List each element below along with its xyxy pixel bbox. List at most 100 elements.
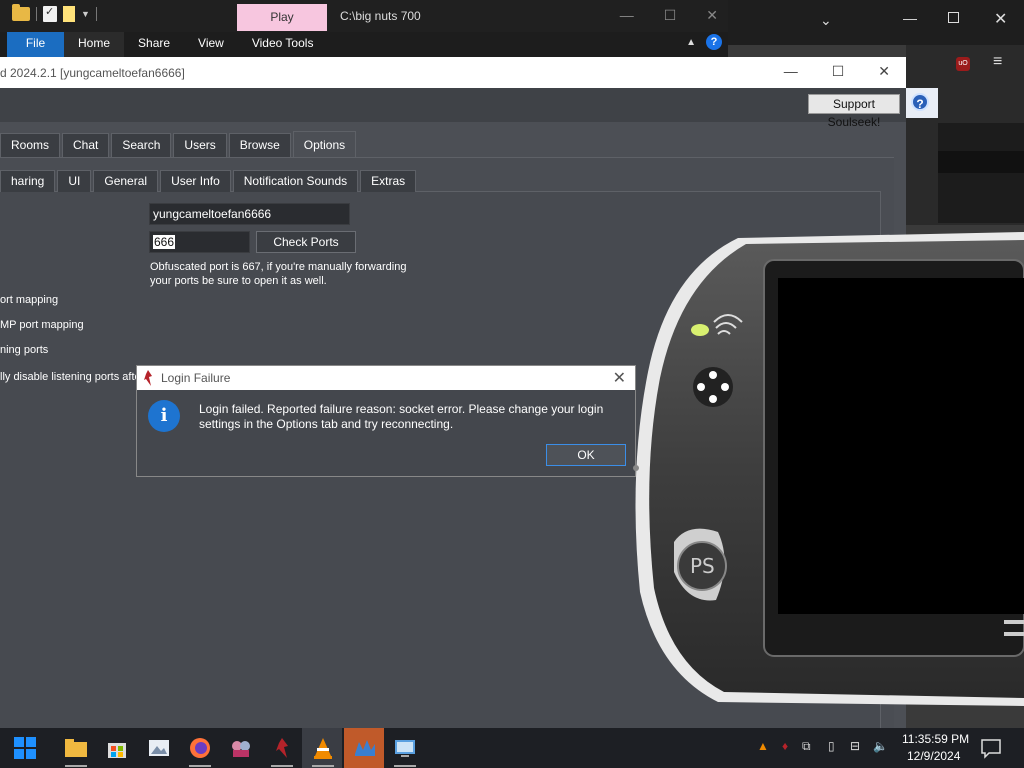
running-indicator <box>189 765 211 767</box>
properties-icon[interactable] <box>43 5 57 22</box>
disable-listening-ports-label[interactable]: lly disable listening ports afte <box>0 371 141 383</box>
quick-access-toolbar: ▼ <box>12 4 97 22</box>
obfuscated-port-note: Obfuscated port is 667, if you're manual… <box>150 261 407 287</box>
window-controls: — ☐ ✕ <box>784 63 890 80</box>
soulseek-tray-icon[interactable]: ♦ <box>782 739 788 753</box>
check-ports-button[interactable]: Check Ports <box>256 231 356 253</box>
tab-share[interactable]: Share <box>124 32 184 57</box>
close-button[interactable]: ✕ <box>994 9 1007 29</box>
main-tabs: Rooms Chat Search Users Browse Options <box>0 131 358 157</box>
tab-view[interactable]: View <box>184 32 238 57</box>
show-hidden-icons-icon[interactable]: ⧉ <box>802 739 811 754</box>
tab-notification-sounds[interactable]: Notification Sounds <box>232 170 359 192</box>
new-folder-icon[interactable] <box>63 6 75 22</box>
close-button[interactable]: ✕ <box>706 7 718 24</box>
options-subtabs: haring UI General User Info Notification… <box>0 170 418 192</box>
vlc-icon[interactable] <box>311 736 335 760</box>
upnp-port-mapping-label[interactable]: ort mapping <box>0 294 58 306</box>
nat-pmp-port-mapping-label[interactable]: MP port mapping <box>0 319 84 331</box>
tab-home[interactable]: Home <box>64 32 125 57</box>
firefox-icon[interactable] <box>188 736 212 760</box>
clock-time[interactable]: 11:35:59 PM <box>902 732 969 746</box>
usb-eject-icon[interactable]: ▯ <box>828 739 835 753</box>
chevron-down-icon[interactable]: ▼ <box>81 9 90 19</box>
network-icon[interactable]: ⊟ <box>850 739 860 753</box>
port-value: 666 <box>153 235 176 249</box>
soulseek-icon[interactable] <box>270 736 294 760</box>
minimize-button[interactable]: — <box>620 7 634 24</box>
window-controls: — ☐ ✕ <box>620 7 718 24</box>
tab-sharing[interactable]: haring <box>0 170 56 192</box>
close-button[interactable]: ✕ <box>878 63 890 80</box>
support-soulseek-button[interactable]: Support Soulseek! <box>808 94 900 129</box>
login-failure-dialog: Login Failure ✕ i Login failed. Reported… <box>136 365 636 477</box>
running-indicator <box>394 765 416 767</box>
tab-chat[interactable]: Chat <box>62 133 110 157</box>
tab-ui[interactable]: UI <box>57 170 92 192</box>
window-title: C:\big nuts 700 <box>340 9 421 23</box>
port-field[interactable]: 666 <box>149 231 250 253</box>
app-icon[interactable] <box>229 736 253 760</box>
tab-browse[interactable]: Browse <box>228 133 291 157</box>
running-indicator <box>65 765 87 767</box>
soulseek-bird-icon <box>144 370 152 386</box>
tab-general[interactable]: General <box>93 170 159 192</box>
windows-start-icon[interactable] <box>13 736 37 760</box>
play-contextual-tab[interactable]: Play <box>237 4 327 31</box>
minimize-button[interactable]: — <box>784 63 798 80</box>
close-icon[interactable]: ✕ <box>613 368 626 388</box>
tab-options[interactable]: Options <box>292 131 357 157</box>
file-explorer-icon[interactable] <box>64 736 88 760</box>
maximize-button[interactable]: ☐ <box>664 7 677 24</box>
toolbar-divider <box>95 7 97 21</box>
remote-desktop-icon[interactable] <box>393 736 417 760</box>
collapse-ribbon-icon[interactable]: ▲ <box>686 37 696 48</box>
app-icon[interactable] <box>353 736 377 760</box>
clock-date[interactable]: 12/9/2024 <box>907 749 960 763</box>
ribbon-controls: ▲ ? <box>686 34 722 50</box>
info-icon: i <box>148 400 180 432</box>
microsoft-store-icon[interactable] <box>105 736 129 760</box>
explorer-window: ▼ Play C:\big nuts 700 — ☐ ✕ File Home S… <box>0 0 728 57</box>
help-icon[interactable]: ? <box>911 93 929 111</box>
maximize-button[interactable] <box>948 12 959 23</box>
running-indicator <box>312 765 334 767</box>
vlc-tray-icon[interactable]: ▲ <box>757 739 769 753</box>
tab-search[interactable]: Search <box>111 133 172 157</box>
ribbon-tabs: File Home Share View Video Tools <box>0 32 728 57</box>
running-indicator <box>271 765 293 767</box>
maximize-button[interactable]: ☐ <box>832 63 845 80</box>
browser-window-edge: uO ≡ <box>906 45 1024 225</box>
window-title: d 2024.2.1 [yungcameltoefan6666] <box>0 66 185 80</box>
help-icon[interactable]: ? <box>706 34 722 50</box>
menu-icon[interactable]: ≡ <box>993 53 1002 71</box>
folder-icon[interactable] <box>12 4 30 21</box>
tab-extras[interactable]: Extras <box>360 170 417 192</box>
svg-text:PS: PS <box>690 554 715 578</box>
dialog-message: Login failed. Reported failure reason: s… <box>199 402 604 431</box>
minimize-button[interactable]: — <box>903 10 917 26</box>
soulseek-titlebar: d 2024.2.1 [yungcameltoefan6666] — ☐ ✕ <box>0 57 906 88</box>
psp-go-device-image: PS <box>633 232 1024 706</box>
dialog-titlebar: Login Failure ✕ <box>137 366 635 390</box>
toolbar-divider <box>36 7 37 21</box>
ublock-icon[interactable]: uO <box>956 57 970 71</box>
taskbar: ▲ ♦ ⧉ ▯ ⊟ 🔈 11:35:59 PM 12/9/2024 <box>0 728 1024 768</box>
tab-video-tools[interactable]: Video Tools <box>238 32 328 57</box>
username-field[interactable]: yungcameltoefan6666 <box>149 203 350 225</box>
toolbar <box>0 88 906 122</box>
ok-button[interactable]: OK <box>546 444 626 466</box>
browser-titlebar: ⌄ — ✕ <box>728 0 1024 45</box>
photos-app-icon[interactable] <box>147 736 171 760</box>
tab-users[interactable]: Users <box>173 133 227 157</box>
background-window <box>938 123 1024 223</box>
explorer-titlebar: ▼ Play C:\big nuts 700 — ☐ ✕ <box>0 0 728 32</box>
volume-muted-icon[interactable]: 🔈 <box>873 739 888 753</box>
listening-ports-label[interactable]: ning ports <box>0 344 48 356</box>
tab-user-info[interactable]: User Info <box>160 170 231 192</box>
chevron-down-icon[interactable]: ⌄ <box>820 12 832 29</box>
tab-file[interactable]: File <box>7 32 64 57</box>
notifications-icon[interactable] <box>980 737 1002 759</box>
dialog-title: Login Failure <box>161 371 231 385</box>
tab-rooms[interactable]: Rooms <box>0 133 61 157</box>
